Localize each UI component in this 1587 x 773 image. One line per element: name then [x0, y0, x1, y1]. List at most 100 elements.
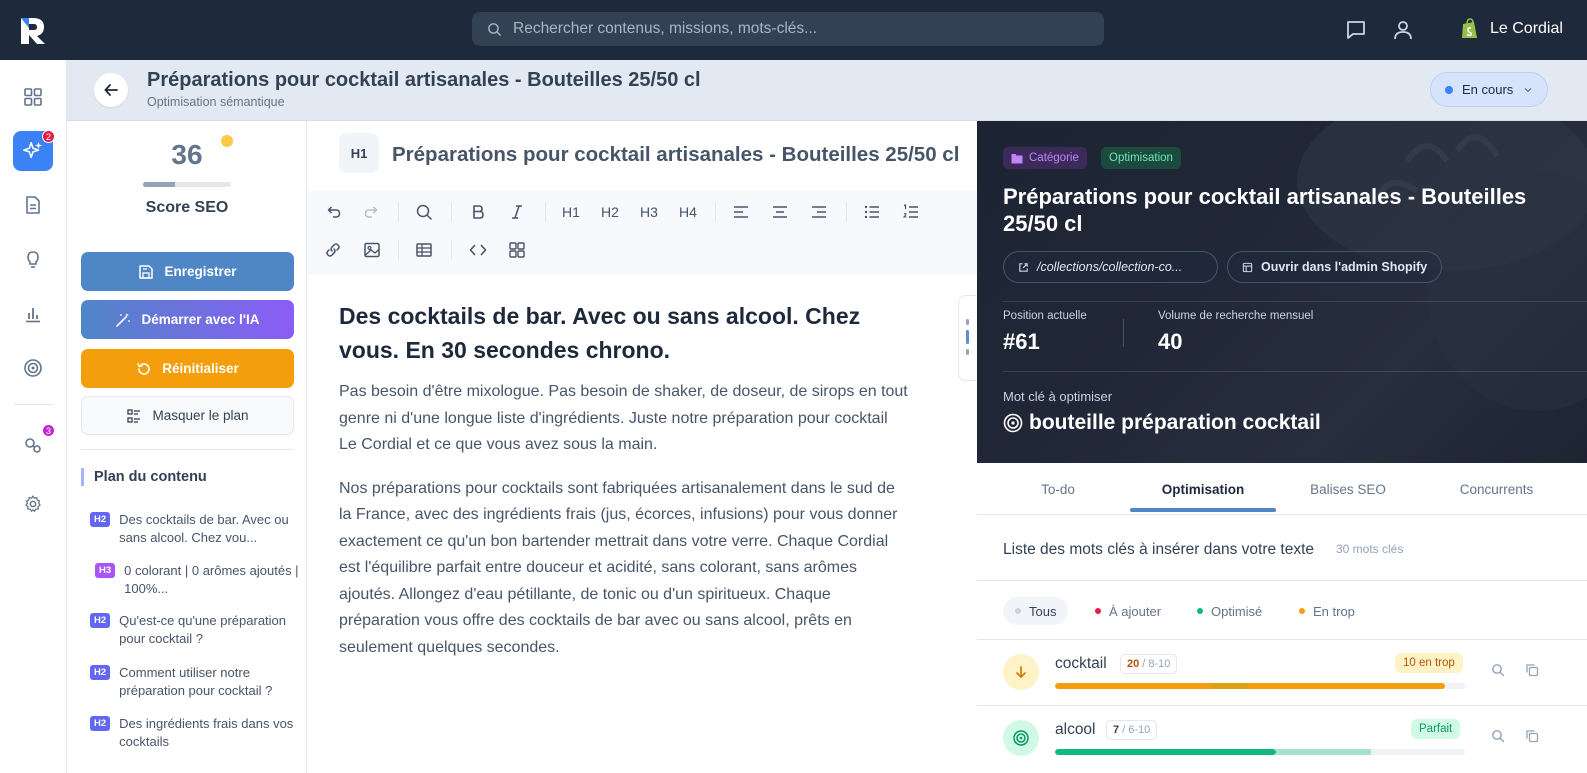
tab-todo[interactable]: To-do [977, 463, 1139, 515]
status-dot [1445, 85, 1453, 94]
sidebar-item-missions[interactable]: 2 [13, 130, 55, 171]
sidebar-item-settings[interactable] [13, 484, 53, 524]
external-link-icon [1019, 262, 1028, 272]
align-right-button[interactable] [805, 198, 833, 226]
content-title: Préparations pour cocktail artisanales -… [1003, 184, 1527, 236]
reset-label: Réinitialiser [162, 361, 239, 376]
find-button[interactable] [410, 198, 438, 226]
sidebar: 2 3 [0, 60, 67, 773]
hero-divider [1003, 301, 1587, 302]
active-tab-indicator [1130, 508, 1276, 512]
outline-item[interactable]: H2 Des cocktails de bar. Avec ou sans alc… [90, 511, 295, 547]
outline-item[interactable]: H3 0 colorant | 0 arômes ajoutés | 100%..… [95, 562, 300, 598]
toolbar-divider [846, 202, 847, 222]
copy-keyword-button[interactable] [1523, 661, 1541, 679]
hide-plan-label: Masquer le plan [152, 408, 249, 423]
document-icon [26, 196, 40, 214]
sidebar-item-keywords[interactable] [13, 348, 53, 388]
search-input[interactable] [513, 20, 1073, 38]
sidebar-item-analytics[interactable] [13, 294, 53, 334]
sidebar-item-contents[interactable] [13, 185, 53, 225]
redo-icon [364, 206, 378, 218]
image-button[interactable] [358, 236, 386, 264]
status-dropdown[interactable]: En cours [1430, 72, 1548, 107]
heading-1-button[interactable]: H1 [557, 198, 585, 226]
table-button[interactable] [410, 236, 438, 264]
numbered-list-button[interactable] [897, 198, 925, 226]
keyword-count: 30 mots clés [1336, 542, 1404, 556]
h1-title-field[interactable]: Préparations pour cocktail artisanales -… [392, 143, 959, 167]
category-tag: Catégorie [1003, 147, 1087, 169]
outline-text: Comment utiliser notre préparation pour … [119, 665, 273, 698]
keyword-status-badge: Parfait [1411, 719, 1461, 739]
optimization-tag-label: Optimisation [1109, 152, 1173, 164]
bold-button[interactable] [464, 198, 492, 226]
link-icon [326, 243, 340, 257]
outline-item[interactable]: H2 Comment utiliser notre préparation pou… [90, 664, 295, 700]
start-ai-button[interactable]: Démarrer avec l'IA [81, 300, 294, 339]
page-url-link[interactable]: /collections/collection-co... [1003, 251, 1218, 283]
tab-seo-tags[interactable]: Balises SEO [1276, 463, 1420, 515]
redo-button[interactable] [358, 198, 386, 226]
outline-item[interactable]: H2 Qu'est-ce qu'une préparation pour cock… [90, 612, 295, 648]
sidebar-item-dashboard[interactable] [13, 77, 53, 117]
shopify-icon [1462, 18, 1477, 38]
italic-button[interactable] [503, 198, 531, 226]
heading-4-button[interactable]: H4 [674, 198, 702, 226]
target-keyword: bouteille préparation cocktail [1003, 411, 1321, 435]
heading-tag: H2 [90, 613, 111, 628]
search-icon [1492, 664, 1505, 677]
app-logo[interactable] [18, 14, 48, 46]
align-center-button[interactable] [766, 198, 794, 226]
sidebar-item-ideas[interactable] [13, 240, 53, 280]
heading-tag: H2 [90, 716, 111, 731]
filter-to-add[interactable]: À ajouter [1083, 597, 1173, 625]
hide-plan-button[interactable]: Masquer le plan [81, 396, 294, 435]
align-left-button[interactable] [727, 198, 755, 226]
gear-icon [25, 495, 41, 512]
keyword-row[interactable]: alcool 7/ 6-10 Parfait [977, 705, 1587, 771]
blocks-button[interactable] [503, 236, 531, 264]
tab-competitors[interactable]: Concurrents [1420, 463, 1573, 515]
content-paragraph: Pas besoin d'être mixologue. Pas besoin … [339, 383, 908, 453]
shop-switcher[interactable]: Le Cordial [1460, 18, 1563, 40]
editor-content[interactable]: Des cocktails de bar. Avec ou sans alcoo… [339, 299, 909, 678]
keyword-row[interactable]: cocktail 20/ 8-10 10 en trop [977, 639, 1587, 705]
target-keyword-label: Mot clé à optimiser [1003, 389, 1113, 404]
filter-overused[interactable]: En trop [1287, 597, 1367, 625]
italic-icon [512, 205, 522, 219]
keyword-occurrences: 20/ 8-10 [1120, 654, 1178, 674]
outline-item[interactable]: H2 Des ingrédients frais dans vos cocktai… [90, 715, 295, 751]
find-keyword-button[interactable] [1489, 727, 1507, 745]
content-hero: Catégorie Optimisation Préparations pour… [977, 121, 1587, 463]
sidebar-item-integrations[interactable]: 3 [13, 424, 55, 465]
code-button[interactable] [464, 236, 492, 264]
search-icon [1492, 730, 1505, 743]
folder-icon [1011, 153, 1023, 163]
global-search[interactable] [472, 12, 1104, 46]
bullet-list-button[interactable] [858, 198, 886, 226]
open-shopify-admin-button[interactable]: Ouvrir dans l'admin Shopify [1227, 251, 1443, 283]
heading-3-button[interactable]: H3 [635, 198, 663, 226]
user-icon[interactable] [1391, 18, 1415, 42]
link-button[interactable] [319, 236, 347, 264]
heading-2-button[interactable]: H2 [596, 198, 624, 226]
save-icon [139, 264, 154, 279]
panel-resize-handle[interactable] [958, 295, 976, 381]
outline-text: Des cocktails de bar. Avec ou sans alcoo… [119, 512, 289, 545]
back-button[interactable] [94, 73, 128, 107]
keyword-status-icon [1003, 654, 1039, 690]
reset-button[interactable]: Réinitialiser [81, 349, 294, 388]
filter-all[interactable]: Tous [1003, 597, 1069, 625]
find-keyword-button[interactable] [1489, 661, 1507, 679]
chat-icon[interactable] [1344, 18, 1368, 42]
save-button[interactable]: Enregistrer [81, 252, 294, 291]
filter-optimized[interactable]: Optimisé [1185, 597, 1274, 625]
filter-dot [1197, 608, 1203, 614]
undo-button[interactable] [319, 198, 347, 226]
sidebar-divider [14, 404, 54, 405]
filter-dot [1299, 608, 1305, 614]
score-status-dot [221, 135, 233, 147]
copy-keyword-button[interactable] [1523, 727, 1541, 745]
right-panel: Catégorie Optimisation Préparations pour… [977, 121, 1587, 773]
